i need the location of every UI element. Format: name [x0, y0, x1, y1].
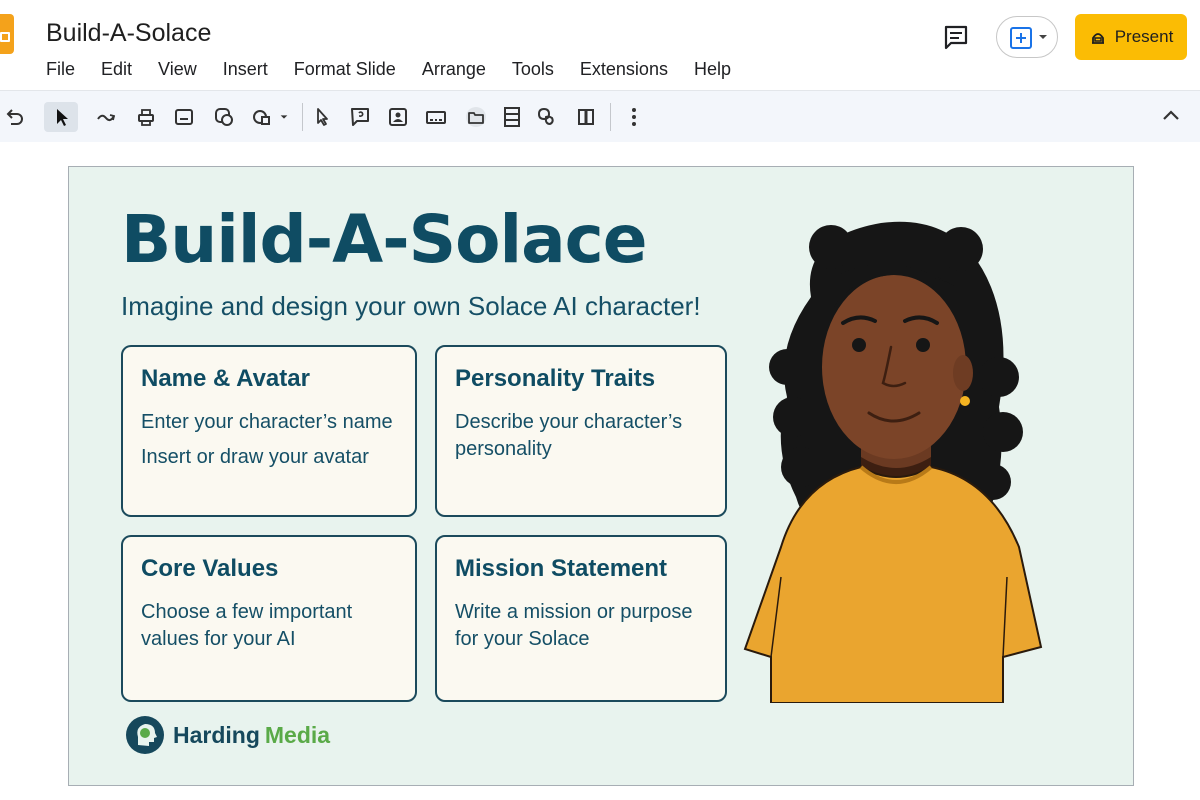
card-personality-traits[interactable]: Personality Traits Describe your charact… — [435, 345, 727, 517]
chevron-up-icon[interactable] — [1160, 105, 1182, 127]
document-title[interactable]: Build-A-Solace — [46, 19, 211, 48]
brand-word-harding: Harding — [173, 721, 260, 748]
shape-dropdown-icon[interactable] — [276, 105, 292, 129]
menu-format-slide[interactable]: Format Slide — [294, 59, 396, 80]
slide-canvas: Build-A-Solace Imagine and design your o… — [0, 142, 1200, 800]
folder-icon[interactable] — [464, 105, 488, 129]
menu-view[interactable]: View — [158, 59, 197, 80]
card-line: Enter your character’s name — [141, 411, 393, 433]
present-icon — [1091, 33, 1104, 44]
card-line: Describe your character’s personality — [455, 411, 683, 460]
card-title: Personality Traits — [455, 365, 656, 392]
head-profile-icon — [126, 716, 164, 754]
menu-arrange[interactable]: Arrange — [422, 59, 486, 80]
slide[interactable]: Build-A-Solace Imagine and design your o… — [68, 166, 1134, 786]
slides-logo-icon[interactable] — [0, 14, 14, 54]
present-label: Present — [1114, 27, 1174, 46]
shape-icon[interactable] — [250, 105, 274, 129]
brand-word-media: Media — [264, 721, 331, 748]
layout-icon[interactable] — [424, 105, 448, 129]
chevron-down-icon — [1039, 35, 1047, 39]
card-line: Write a mission or purpose for your Sola… — [455, 601, 693, 650]
redo-icon[interactable] — [94, 105, 118, 129]
app-header: Build-A-Solace File Edit View Insert For… — [0, 0, 1200, 90]
card-line: Choose a few important values for your A… — [141, 601, 353, 650]
card-line: Insert or draw your avatar — [141, 446, 369, 468]
card-name-avatar[interactable]: Name & Avatar Enter your character’s nam… — [121, 345, 417, 517]
picture-icon[interactable] — [386, 105, 410, 129]
card-title: Name & Avatar — [141, 365, 310, 392]
select-icon[interactable] — [44, 102, 78, 132]
border-icon[interactable] — [574, 105, 598, 129]
paint-format-icon[interactable] — [134, 105, 158, 129]
brand-logo: Harding Media — [125, 715, 330, 755]
toolbar — [0, 90, 1200, 142]
add-slide-icon — [1010, 27, 1032, 49]
menu-bar: File Edit View Insert Format Slide Arran… — [46, 59, 731, 80]
comment-history-icon[interactable] — [942, 23, 970, 51]
present-button[interactable]: Present — [1075, 14, 1187, 60]
character-illustration[interactable] — [741, 217, 1061, 703]
pointer-icon[interactable] — [310, 105, 334, 129]
slide-subtitle[interactable]: Imagine and design your own Solace AI ch… — [121, 291, 701, 322]
menu-extensions[interactable]: Extensions — [580, 59, 668, 80]
comment-box-icon[interactable] — [348, 105, 372, 129]
toolbar-divider — [302, 103, 303, 131]
undo-icon[interactable] — [2, 105, 26, 129]
card-core-values[interactable]: Core Values Choose a few important value… — [121, 535, 417, 702]
card-title: Mission Statement — [455, 555, 668, 582]
menu-file[interactable]: File — [46, 59, 75, 80]
menu-tools[interactable]: Tools — [512, 59, 554, 80]
menu-help[interactable]: Help — [694, 59, 731, 80]
menu-edit[interactable]: Edit — [101, 59, 132, 80]
more-options-icon[interactable] — [622, 105, 646, 129]
slide-title[interactable]: Build-A-Solace — [121, 201, 648, 278]
card-mission-statement[interactable]: Mission Statement Write a mission or pur… — [435, 535, 727, 702]
menu-insert[interactable]: Insert — [223, 59, 268, 80]
shape-outline-icon[interactable] — [534, 105, 558, 129]
card-title: Core Values — [141, 555, 279, 582]
column-icon[interactable] — [500, 105, 524, 129]
text-box-icon[interactable] — [172, 105, 196, 129]
image-icon[interactable] — [212, 105, 236, 129]
new-slide-button[interactable] — [996, 16, 1058, 58]
toolbar-divider — [610, 103, 611, 131]
